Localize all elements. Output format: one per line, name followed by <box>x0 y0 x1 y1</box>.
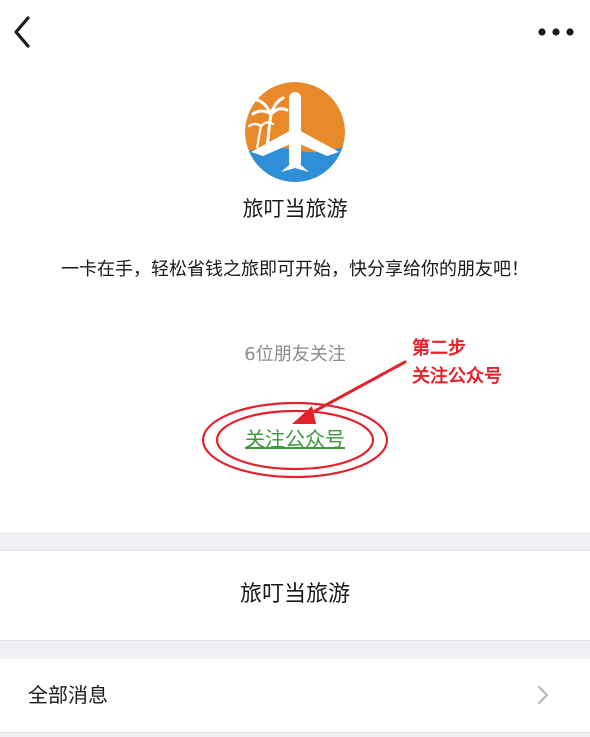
all-messages-row[interactable]: 全部消息 <box>0 659 590 731</box>
all-messages-label: 全部消息 <box>28 683 108 707</box>
account-intro: 一卡在手，轻松省钱之旅即可开始，快分享给你的朋友吧！ <box>61 259 529 280</box>
airplane-logo-icon <box>245 82 345 182</box>
more-horizontal-icon <box>538 28 574 36</box>
chevron-left-icon <box>14 16 30 48</box>
section-separator <box>0 532 590 551</box>
account-avatar <box>245 82 345 182</box>
account-name: 旅叮当旅游 <box>242 197 348 221</box>
account-card-title[interactable]: 旅叮当旅游 <box>0 551 590 639</box>
annotation-step-label: 第二步 <box>412 338 466 359</box>
section-separator <box>0 640 590 660</box>
chevron-right-icon <box>537 685 549 705</box>
section-separator <box>0 732 590 737</box>
annotation-action-label: 关注公众号 <box>412 366 502 387</box>
follow-account-link[interactable]: 关注公众号 <box>220 422 370 456</box>
top-bar <box>0 0 590 64</box>
back-button[interactable] <box>8 12 40 52</box>
more-button[interactable] <box>536 20 576 44</box>
annotation-arrow-line <box>300 360 407 420</box>
